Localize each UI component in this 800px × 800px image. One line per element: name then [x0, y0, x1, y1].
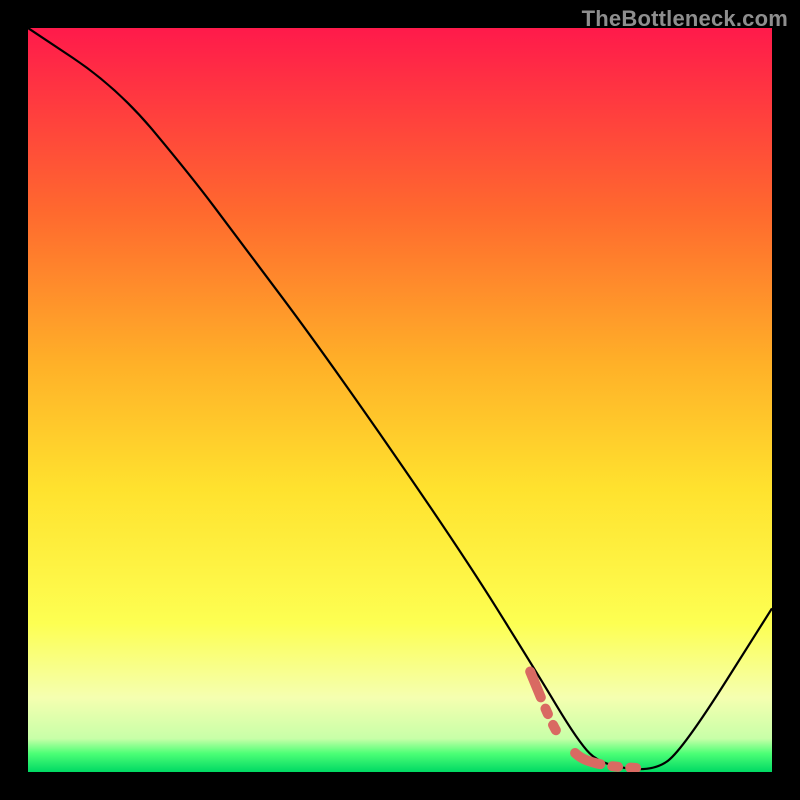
gradient-background — [28, 28, 772, 772]
chart-frame: TheBottleneck.com — [0, 0, 800, 800]
chart-svg — [28, 28, 772, 772]
plot-area — [28, 28, 772, 772]
